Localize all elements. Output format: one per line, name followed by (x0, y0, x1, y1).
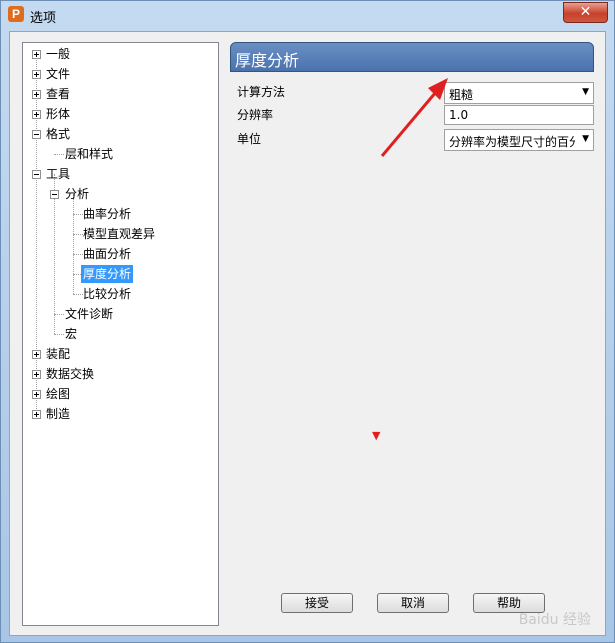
tree-item-label: 装配 (46, 347, 71, 361)
collapse-icon[interactable] (50, 190, 59, 199)
expand-icon[interactable] (32, 390, 41, 399)
resolution-label: 分辨率 (237, 108, 274, 122)
expand-icon[interactable] (32, 410, 41, 419)
resolution-input[interactable]: 1.0 (444, 105, 594, 125)
tree-item-label: 数据交换 (46, 367, 95, 381)
unit-value: 分辨率为模型尺寸的百分 (449, 135, 575, 149)
accept-button[interactable]: 接受 (281, 593, 353, 613)
panel-header: 厚度分析 (230, 42, 594, 72)
tree-line (73, 194, 74, 294)
tree-item-label: 制造 (46, 407, 71, 421)
expand-icon[interactable] (32, 70, 41, 79)
tree-item-label: 层和样式 (65, 147, 114, 161)
chevron-down-icon: ▼ (582, 87, 589, 97)
expand-icon[interactable] (32, 90, 41, 99)
scroll-indicator-icon: ▼ (372, 429, 381, 442)
tree-item-label: 形体 (46, 107, 71, 121)
dialog-body: 一般 文件 查看 形体 格式 层和样式 工具 分析 曲率分析 模型直观差异 曲面… (9, 31, 606, 636)
method-dropdown[interactable]: 粗糙 ▼ (444, 82, 594, 104)
tree-item-label: 查看 (46, 87, 71, 101)
tree-item-label: 工具 (46, 167, 71, 181)
category-tree[interactable]: 一般 文件 查看 形体 格式 层和样式 工具 分析 曲率分析 模型直观差异 曲面… (22, 42, 219, 626)
tree-item-label: 比较分析 (83, 287, 132, 301)
tree-item-label: 文件诊断 (65, 307, 114, 321)
watermark-logo: Baidu 经验 (518, 612, 591, 628)
unit-dropdown[interactable]: 分辨率为模型尺寸的百分 ▼ (444, 129, 594, 151)
close-button[interactable]: ✕ (563, 2, 608, 23)
options-dialog: P 选项 ✕ 一般 文件 查看 形体 格式 层和样式 工具 分析 曲率分析 模型… (0, 0, 615, 643)
annotation-arrow-icon (380, 78, 448, 157)
tree-item-label-selected: 厚度分析 (79, 264, 135, 284)
tree-line (36, 54, 37, 415)
tree-item-label: 格式 (46, 127, 71, 141)
tree-item-label: 宏 (65, 327, 78, 341)
tree-item-label: 文件 (46, 67, 71, 81)
tree-item-label: 绘图 (46, 387, 71, 401)
title-bar: P 选项 ✕ (1, 1, 614, 31)
tree-item-label: 模型直观差异 (83, 227, 156, 241)
tree-item-label: 分析 (65, 187, 90, 201)
expand-icon[interactable] (32, 370, 41, 379)
tree-item-label: 曲率分析 (83, 207, 132, 221)
collapse-icon[interactable] (32, 130, 41, 139)
window-title: 选项 (30, 11, 57, 26)
expand-icon[interactable] (32, 110, 41, 119)
chevron-down-icon: ▼ (582, 134, 589, 144)
expand-icon[interactable] (32, 350, 41, 359)
method-label: 计算方法 (237, 85, 286, 99)
cancel-button[interactable]: 取消 (377, 593, 449, 613)
app-logo-icon: P (8, 6, 24, 22)
tree-item-label: 一般 (46, 47, 71, 61)
unit-label: 单位 (237, 132, 262, 146)
tree-item-label: 曲面分析 (83, 247, 132, 261)
expand-icon[interactable] (32, 50, 41, 59)
collapse-icon[interactable] (32, 170, 41, 179)
panel-title: 厚度分析 (235, 51, 300, 70)
